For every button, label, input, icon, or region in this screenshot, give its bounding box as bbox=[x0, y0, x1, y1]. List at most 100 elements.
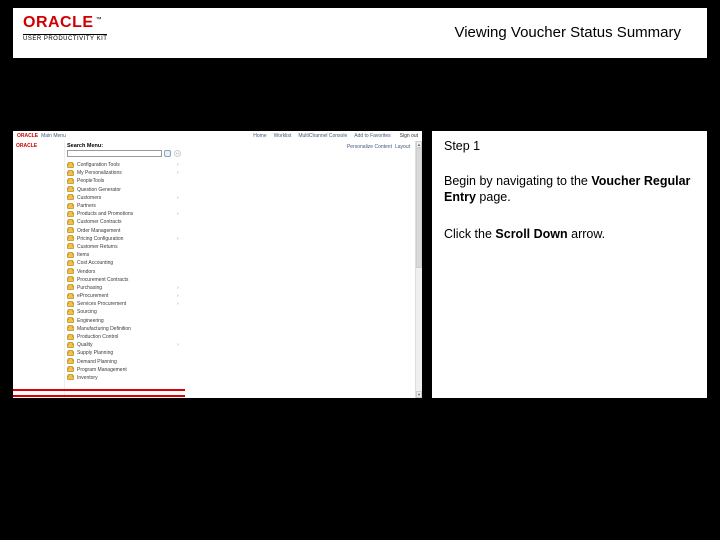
ss-menu-item[interactable]: Procurement Contracts bbox=[67, 276, 181, 284]
ss-menu-list: Configuration Tools›My Personalizations›… bbox=[67, 161, 181, 382]
ss-menu-item-label: Configuration Tools bbox=[77, 162, 175, 168]
ss-menu-item-label: Items bbox=[77, 252, 175, 258]
ss-topbar: ORACLE Main Menu Home Worklist MultiChan… bbox=[13, 131, 422, 141]
ss-menu-item[interactable]: My Personalizations› bbox=[67, 169, 181, 177]
folder-icon bbox=[67, 326, 74, 331]
ss-menu-item[interactable]: Engineering bbox=[67, 317, 181, 325]
folder-icon bbox=[67, 375, 74, 380]
ss-menu-item[interactable]: Program Management bbox=[67, 366, 181, 374]
folder-icon bbox=[67, 335, 74, 340]
ss-menu-item-label: Supply Planning bbox=[77, 350, 175, 356]
folder-icon bbox=[67, 277, 74, 282]
ss-menu-item-label: Production Control bbox=[77, 334, 175, 340]
ss-menu-item[interactable]: Supply Planning bbox=[67, 349, 181, 357]
document-title: Viewing Voucher Status Summary bbox=[454, 12, 697, 41]
ss-menu-item-label: Manufacturing Definition bbox=[77, 326, 175, 332]
ss-search-label: Search Menu: bbox=[67, 143, 181, 149]
ss-topbar-link[interactable]: Add to Favorites bbox=[352, 133, 392, 139]
ss-menu-item[interactable]: eProcurement› bbox=[67, 292, 181, 300]
logo-tagline: USER PRODUCTIVITY KIT bbox=[23, 34, 107, 42]
ss-menu-item[interactable]: Demand Planning bbox=[67, 358, 181, 366]
ss-scrollbar: ▲ ▼ bbox=[415, 141, 422, 398]
folder-icon bbox=[67, 212, 74, 217]
ss-menu-item-label: eProcurement bbox=[77, 293, 175, 299]
ss-main-link[interactable]: Layout bbox=[395, 144, 410, 150]
folder-icon bbox=[67, 310, 74, 315]
folder-icon bbox=[67, 195, 74, 200]
folder-icon bbox=[67, 204, 74, 209]
chevron-right-icon: › bbox=[177, 342, 181, 348]
ss-menu-item-label: Inventory bbox=[77, 375, 175, 381]
chevron-right-icon: › bbox=[177, 170, 181, 176]
logo-tm: ™ bbox=[96, 17, 102, 23]
ss-menu-item[interactable]: Cost Accounting bbox=[67, 259, 181, 267]
folder-icon bbox=[67, 236, 74, 241]
ss-menu-item-label: Cost Accounting bbox=[77, 260, 175, 266]
folder-icon bbox=[67, 171, 74, 176]
folder-icon bbox=[67, 187, 74, 192]
ss-menu-item[interactable]: Products and Promotions› bbox=[67, 210, 181, 218]
ss-menu-item[interactable]: Configuration Tools› bbox=[67, 161, 181, 169]
folder-icon bbox=[67, 228, 74, 233]
ss-menu-item[interactable]: Partners bbox=[67, 202, 181, 210]
ss-topbar-user: Main Menu bbox=[41, 133, 66, 139]
ss-menu-item-label: Program Management bbox=[77, 367, 175, 373]
ss-menu-item[interactable]: Customers› bbox=[67, 194, 181, 202]
scroll-thumb[interactable] bbox=[416, 148, 422, 268]
ss-menu-item-label: Products and Promotions bbox=[77, 211, 175, 217]
ss-menu-item-label: Customer Contracts bbox=[77, 219, 175, 225]
ss-menu-item-label: My Personalizations bbox=[77, 170, 175, 176]
folder-icon bbox=[67, 343, 74, 348]
ss-signout-link[interactable]: Sign out bbox=[400, 133, 418, 139]
folder-icon bbox=[67, 269, 74, 274]
ss-menu-item[interactable]: Vendors bbox=[67, 267, 181, 275]
scroll-down-arrow[interactable]: ▼ bbox=[416, 391, 422, 398]
logo-brand: ORACLE bbox=[23, 14, 94, 31]
chevron-right-icon: › bbox=[177, 236, 181, 242]
ss-menu-item[interactable]: Question Generator bbox=[67, 186, 181, 194]
ss-topbar-link[interactable]: MultiChannel Console bbox=[296, 133, 349, 139]
folder-icon bbox=[67, 163, 74, 168]
step-action: Click the Scroll Down arrow. bbox=[444, 226, 695, 242]
chevron-right-icon: › bbox=[177, 211, 181, 217]
scroll-track[interactable] bbox=[416, 148, 422, 391]
step-intro: Begin by navigating to the Voucher Regul… bbox=[444, 173, 695, 206]
ss-menu-item[interactable]: Manufacturing Definition bbox=[67, 325, 181, 333]
ss-menu-item[interactable]: Purchasing› bbox=[67, 284, 181, 292]
ss-collapse-toggle[interactable]: ‹‹ bbox=[174, 150, 181, 157]
chevron-right-icon: › bbox=[177, 285, 181, 291]
ss-menu-item-label: Purchasing bbox=[77, 285, 175, 291]
ss-menu-item[interactable]: Sourcing bbox=[67, 308, 181, 316]
scroll-up-arrow[interactable]: ▲ bbox=[416, 141, 422, 148]
ss-topbar-link[interactable]: Home bbox=[251, 133, 268, 139]
ss-menu-item[interactable]: PeopleTools bbox=[67, 177, 181, 185]
ss-menu-item-label: Pricing Configuration bbox=[77, 236, 175, 242]
ss-menu-item[interactable]: Order Management bbox=[67, 227, 181, 235]
chevron-right-icon: › bbox=[177, 195, 181, 201]
ss-search-input[interactable] bbox=[67, 150, 162, 157]
ss-menu-item[interactable]: Inventory bbox=[67, 374, 181, 382]
ss-search-button[interactable] bbox=[164, 150, 171, 157]
ss-menu-item-label: Sourcing bbox=[77, 309, 175, 315]
ss-main-link[interactable]: Personalize Content bbox=[347, 144, 392, 150]
ss-menu-item-label: Engineering bbox=[77, 318, 175, 324]
ss-menu-item-label: Customers bbox=[77, 195, 175, 201]
ss-menu-item-label: Partners bbox=[77, 203, 175, 209]
folder-icon bbox=[67, 253, 74, 258]
app-screenshot: ORACLE Main Menu Home Worklist MultiChan… bbox=[13, 131, 422, 398]
ss-menu-item[interactable]: Production Control bbox=[67, 333, 181, 341]
folder-icon bbox=[67, 359, 74, 364]
ss-main-area: Personalize Content Layout bbox=[185, 141, 415, 398]
chevron-right-icon: › bbox=[177, 162, 181, 168]
ss-menu-item[interactable]: Quality› bbox=[67, 341, 181, 349]
ss-menu-item[interactable]: Customer Returns bbox=[67, 243, 181, 251]
folder-icon bbox=[67, 244, 74, 249]
folder-icon bbox=[67, 261, 74, 266]
chevron-right-icon: › bbox=[177, 301, 181, 307]
ss-menu-item[interactable]: Items bbox=[67, 251, 181, 259]
ss-topbar-link[interactable]: Worklist bbox=[272, 133, 294, 139]
ss-menu-item[interactable]: Services Procurement› bbox=[67, 300, 181, 308]
ss-menu-item[interactable]: Pricing Configuration› bbox=[67, 235, 181, 243]
folder-icon bbox=[67, 367, 74, 372]
ss-menu-item[interactable]: Customer Contracts bbox=[67, 218, 181, 226]
